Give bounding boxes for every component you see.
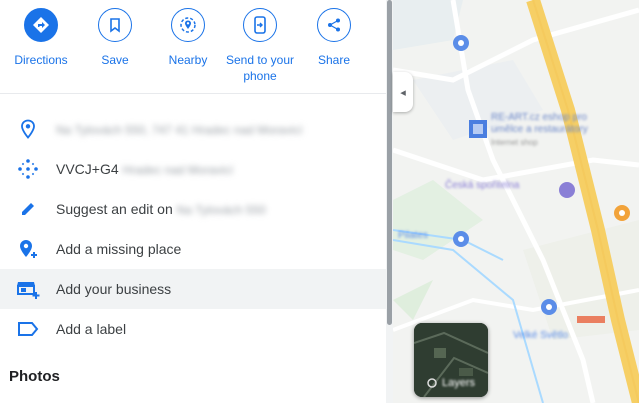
map-label-business[interactable]: RE-ART.cz eshop pro umělce a restaurátor… bbox=[491, 112, 611, 136]
send-to-phone-label: Send to your phone bbox=[225, 53, 295, 83]
map-label-category: Internet shop bbox=[491, 138, 538, 147]
label-icon bbox=[18, 322, 39, 336]
divider bbox=[0, 93, 386, 94]
share-label: Share bbox=[317, 53, 351, 67]
map-label-bank[interactable]: Česká spořitelna bbox=[445, 180, 525, 191]
plus-code-locality: Hradec nad Moravicí bbox=[122, 163, 234, 177]
nearby-button[interactable]: Nearby bbox=[152, 8, 224, 68]
nearby-label: Nearby bbox=[168, 53, 208, 67]
directions-icon bbox=[24, 8, 58, 42]
suggest-edit-row[interactable]: Suggest an edit on Na Tylovách 550 bbox=[0, 189, 386, 229]
add-missing-place-row[interactable]: Add a missing place bbox=[0, 229, 386, 269]
plus-code-text: VVCJ+G4 bbox=[56, 161, 119, 177]
share-icon bbox=[317, 8, 351, 42]
scrollbar-thumb[interactable] bbox=[387, 0, 392, 325]
add-location-icon bbox=[20, 240, 37, 258]
add-business-row[interactable]: Add your business bbox=[0, 269, 386, 309]
add-label-row[interactable]: Add a label bbox=[0, 309, 386, 349]
add-missing-place-label: Add a missing place bbox=[56, 241, 182, 257]
add-business-label: Add your business bbox=[56, 281, 172, 297]
send-to-phone-button[interactable]: Send to your phone bbox=[224, 8, 296, 84]
directions-label: Directions bbox=[14, 53, 68, 67]
directions-button[interactable]: Directions bbox=[5, 8, 77, 68]
collapse-panel-button[interactable]: ◂ bbox=[393, 72, 413, 112]
address-row[interactable]: Na Tylovách 550, 747 41 Hradec nad Morav… bbox=[0, 109, 386, 149]
action-bar: Directions Save Nearby Send to your phon… bbox=[0, 0, 386, 92]
save-label: Save bbox=[101, 53, 129, 67]
add-business-icon bbox=[17, 282, 40, 299]
add-label-label: Add a label bbox=[56, 321, 127, 337]
share-button[interactable]: Share bbox=[298, 8, 370, 68]
plus-code-row[interactable]: VVCJ+G4 Hradec nad Moravicí bbox=[0, 149, 386, 189]
layers-button[interactable]: Layers bbox=[414, 323, 488, 397]
photos-heading: Photos bbox=[9, 368, 60, 385]
chevron-left-icon: ◂ bbox=[400, 86, 406, 99]
layers-label: Layers bbox=[442, 377, 476, 389]
nearby-icon bbox=[171, 8, 205, 42]
save-button[interactable]: Save bbox=[79, 8, 151, 68]
pencil-icon bbox=[22, 203, 34, 215]
bookmark-icon bbox=[98, 8, 132, 42]
map-label-pilates[interactable]: Pilates bbox=[398, 230, 428, 241]
panel-scrollbar[interactable] bbox=[386, 0, 393, 403]
place-details-panel: Directions Save Nearby Send to your phon… bbox=[0, 0, 386, 403]
map-label-place[interactable]: Velké Světlo bbox=[513, 330, 568, 341]
plus-code-icon bbox=[18, 159, 38, 179]
suggest-edit-target: Na Tylovách 550 bbox=[176, 203, 266, 217]
location-pin-icon bbox=[21, 119, 35, 139]
phone-icon bbox=[243, 8, 277, 42]
address-text: Na Tylovách 550, 747 41 Hradec nad Morav… bbox=[56, 123, 303, 137]
suggest-edit-label: Suggest an edit on bbox=[56, 201, 173, 217]
